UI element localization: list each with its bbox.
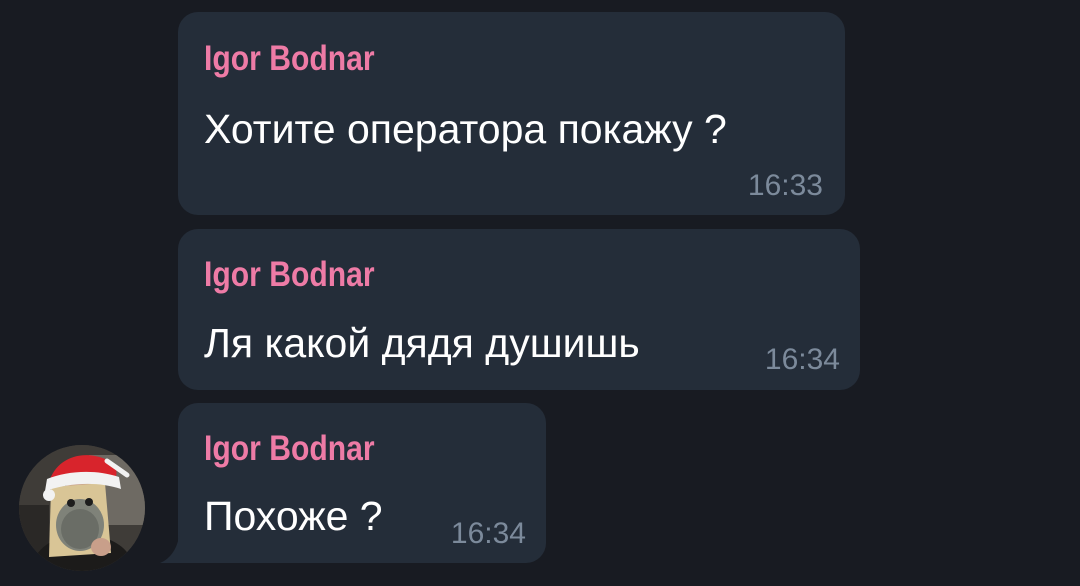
message-text: Ля какой дядя душишь — [204, 320, 640, 366]
sender-name[interactable]: Igor Bodnar — [204, 255, 375, 295]
message-bubble[interactable]: Igor Bodnar Хотите оператора покажу ? 16… — [178, 12, 845, 215]
santa-hat-avatar-icon — [19, 445, 145, 571]
message-bubble[interactable]: Igor Bodnar Ля какой дядя душишь 16:34 — [178, 229, 860, 390]
sender-name[interactable]: Igor Bodnar — [204, 39, 375, 79]
sender-name[interactable]: Igor Bodnar — [204, 429, 375, 469]
bubble-tail — [160, 531, 180, 563]
message-bubble[interactable]: Igor Bodnar Похоже ? 16:34 — [178, 403, 546, 563]
chat-area: Igor Bodnar Хотите оператора покажу ? 16… — [0, 0, 1080, 586]
message-time: 16:34 — [764, 343, 840, 376]
sender-avatar[interactable] — [19, 445, 145, 571]
message-text: Похоже ? — [204, 493, 383, 539]
message-text: Хотите оператора покажу ? — [204, 106, 727, 152]
message-time: 16:34 — [450, 517, 526, 550]
message-time: 16:33 — [747, 169, 823, 202]
